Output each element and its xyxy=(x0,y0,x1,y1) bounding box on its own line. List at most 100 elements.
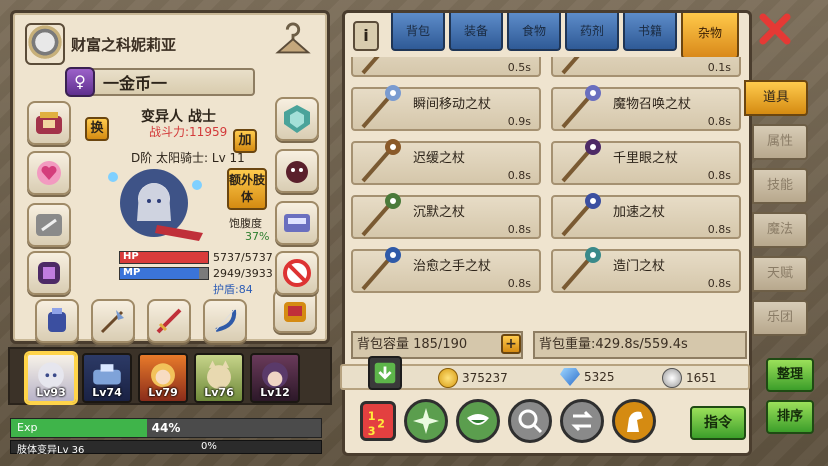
item-name: 沉默之杖 xyxy=(413,205,466,220)
crystal-shield-icon xyxy=(284,105,310,133)
dark-pet-icon xyxy=(286,161,308,183)
equip-slot-empty[interactable] xyxy=(27,203,71,247)
exp-percent: 44% xyxy=(151,421,181,435)
crown-helmet-icon xyxy=(36,112,62,134)
side-tab-6[interactable]: 乐团 xyxy=(752,300,808,336)
party-member-1[interactable]: Lv93 xyxy=(26,353,76,403)
equip-slot-shield[interactable] xyxy=(275,97,319,141)
item-card[interactable]: 加速之杖 0.8s xyxy=(551,193,741,239)
blue-bow-icon xyxy=(215,309,237,332)
hanger-icon xyxy=(275,22,311,54)
character-emblem-icon[interactable] xyxy=(25,23,65,65)
mp-label: MP xyxy=(123,267,141,278)
party-level: Lv76 xyxy=(204,386,234,399)
item-card[interactable]: 魔物召唤之杖 0.8s xyxy=(551,85,741,131)
burst-skill-button[interactable] xyxy=(404,399,448,443)
swap-button[interactable]: 换 xyxy=(85,117,109,141)
number-123-icon: 123 xyxy=(368,410,385,437)
hero-portrait-icon xyxy=(108,169,203,241)
down-arrow-icon xyxy=(374,362,396,384)
pet-button[interactable] xyxy=(612,399,656,443)
tab-1[interactable]: 背包 xyxy=(391,13,445,51)
organize-button[interactable]: 整理 xyxy=(766,358,814,392)
party-member-2[interactable]: Lv74 xyxy=(82,353,132,403)
item-card[interactable]: 急救箱 0.5s xyxy=(351,57,541,77)
mp-value: 2949/3933 xyxy=(213,267,273,280)
equip-slot-helmet[interactable] xyxy=(27,101,71,145)
command-button[interactable]: 指令 xyxy=(690,406,746,440)
item-card[interactable]: 治愈之手之杖 0.8s xyxy=(351,247,541,293)
inventory-tabs: 背包 装备 食物 药剂 书籍 杂物 xyxy=(391,13,739,59)
side-tab-2[interactable]: 属性 xyxy=(752,124,808,160)
side-tab-5[interactable]: 天赋 xyxy=(752,256,808,292)
item-card[interactable]: 瞬间移动之杖 0.9s xyxy=(351,85,541,131)
action-toolbar: 123 xyxy=(360,396,656,446)
equip-slot-weapon-2[interactable] xyxy=(147,299,191,343)
party-member-5[interactable]: Lv12 xyxy=(250,353,300,403)
chest-armor-icon xyxy=(38,262,60,284)
item-weight: 0.8s xyxy=(507,223,531,236)
side-tab-3[interactable]: 技能 xyxy=(752,168,808,204)
expand-bag-button[interactable]: + xyxy=(501,334,521,354)
equip-slot-boots[interactable] xyxy=(273,289,317,333)
wardrobe-hanger-button[interactable] xyxy=(273,21,313,61)
sort-button[interactable]: 排序 xyxy=(766,400,814,434)
extra-body-button[interactable]: 额外肢体 xyxy=(227,168,267,210)
party-level: Lv93 xyxy=(36,386,66,399)
inspect-button[interactable] xyxy=(508,399,552,443)
number-sort-button[interactable]: 123 xyxy=(360,401,396,441)
tab-6[interactable]: 杂物 xyxy=(681,13,739,59)
add-button[interactable]: 加 xyxy=(233,129,257,153)
exp-area: Exp 44% 肢体变异Lv 36 0% xyxy=(10,418,322,458)
svg-text:1: 1 xyxy=(368,410,376,423)
equip-slot-armor[interactable] xyxy=(27,251,71,295)
character-title: 财富之科妮莉亚 xyxy=(71,35,177,54)
item-weight: 0.1s xyxy=(707,61,731,74)
tab-2[interactable]: 装备 xyxy=(449,13,503,51)
item-weight: 0.8s xyxy=(707,169,731,182)
bag-info: 背包容量 185/190 + 背包重量:429.8s/559.4s xyxy=(351,331,747,361)
equip-slot-pet[interactable] xyxy=(275,149,319,193)
equip-slot-weapon-1[interactable] xyxy=(91,299,135,343)
golden-boots-icon xyxy=(284,302,306,322)
staff-icon xyxy=(561,193,601,237)
item-weight: 0.8s xyxy=(707,277,731,290)
tab-4[interactable]: 药剂 xyxy=(565,13,619,51)
bag-capacity: 背包容量 185/190 xyxy=(351,331,523,359)
item-card[interactable]: 迟缓之杖 0.8s xyxy=(351,139,541,185)
combat-power: 战斗力:11959 xyxy=(149,125,228,139)
satiety-label: 饱腹度 xyxy=(229,217,262,230)
item-card[interactable]: 沉默之杖 0.8s xyxy=(351,193,541,239)
item-weight: 0.9s xyxy=(507,115,531,128)
item-weight: 0.5s xyxy=(507,61,531,74)
party-member-3[interactable]: Lv79 xyxy=(138,353,188,403)
equip-slot-weapon-3[interactable] xyxy=(203,299,247,343)
equip-slot-device[interactable] xyxy=(275,201,319,245)
item-name: 魔物召唤之杖 xyxy=(613,97,692,112)
item-card[interactable]: 汞秘之盖 0.1s xyxy=(551,57,741,77)
side-tab-4[interactable]: 魔法 xyxy=(752,212,808,248)
party-member-4[interactable]: Lv76 xyxy=(194,353,244,403)
gem-currency: 5325 xyxy=(560,368,615,386)
item-card[interactable]: 造门之杖 0.8s xyxy=(551,247,741,293)
tab-3[interactable]: 食物 xyxy=(507,13,561,51)
swap-items-button[interactable] xyxy=(560,399,604,443)
close-icon[interactable] xyxy=(758,12,792,46)
exp-bar: Exp 44% xyxy=(10,418,322,438)
item-card[interactable]: 千里眼之杖 0.8s xyxy=(551,139,741,185)
character-header: 财富之科妮莉亚 xyxy=(25,23,176,65)
item-name: 迟缓之杖 xyxy=(413,151,466,166)
equip-slot-locked[interactable] xyxy=(275,251,319,295)
tab-5[interactable]: 书籍 xyxy=(623,13,677,51)
deposit-button[interactable] xyxy=(368,356,402,390)
equip-slot-gloves[interactable] xyxy=(35,299,79,343)
party-level: Lv74 xyxy=(92,386,122,399)
item-weight: 0.8s xyxy=(707,115,731,128)
eat-button[interactable] xyxy=(456,399,500,443)
item-name: 瞬间移动之杖 xyxy=(413,97,492,112)
diamond-icon xyxy=(560,368,580,386)
info-button[interactable]: i xyxy=(353,21,379,51)
side-tab-1[interactable]: 道具 xyxy=(744,80,808,116)
equip-slot-amulet[interactable] xyxy=(27,151,71,195)
staff-icon xyxy=(561,139,601,183)
